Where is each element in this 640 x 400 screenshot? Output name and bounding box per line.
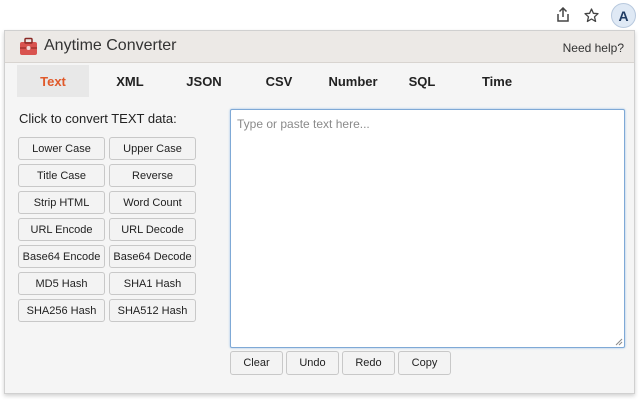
- toolbox-logo-icon: [20, 37, 37, 55]
- lower-case-button[interactable]: Lower Case: [18, 137, 105, 160]
- app-title: Anytime Converter: [44, 37, 177, 54]
- bookmark-star-icon[interactable]: [581, 5, 601, 25]
- sha512-hash-button[interactable]: SHA512 Hash: [109, 299, 196, 322]
- tab-number[interactable]: Number: [319, 65, 387, 97]
- copy-button[interactable]: Copy: [398, 351, 451, 375]
- base64-decode-button[interactable]: Base64 Decode: [109, 245, 196, 268]
- converter-tabs: Text XML JSON CSV Number SQL Time: [17, 65, 627, 97]
- clear-button[interactable]: Clear: [230, 351, 283, 375]
- url-encode-button[interactable]: URL Encode: [18, 218, 105, 241]
- help-link[interactable]: Need help?: [563, 41, 624, 55]
- word-count-button[interactable]: Word Count: [109, 191, 196, 214]
- resize-grip-icon[interactable]: [615, 338, 623, 346]
- url-decode-button[interactable]: URL Decode: [109, 218, 196, 241]
- tab-text[interactable]: Text: [17, 65, 89, 97]
- title-case-button[interactable]: Title Case: [18, 164, 105, 187]
- tab-time[interactable]: Time: [477, 65, 517, 97]
- tab-json[interactable]: JSON: [179, 65, 229, 97]
- share-icon[interactable]: [553, 5, 573, 25]
- text-input[interactable]: [230, 109, 625, 348]
- tab-xml[interactable]: XML: [107, 65, 153, 97]
- reverse-button[interactable]: Reverse: [109, 164, 196, 187]
- md5-hash-button[interactable]: MD5 Hash: [18, 272, 105, 295]
- profile-avatar[interactable]: A: [611, 3, 636, 28]
- base64-encode-button[interactable]: Base64 Encode: [18, 245, 105, 268]
- section-label: Click to convert TEXT data:: [19, 111, 177, 126]
- strip-html-button[interactable]: Strip HTML: [18, 191, 105, 214]
- browser-toolbar: A: [0, 0, 640, 30]
- upper-case-button[interactable]: Upper Case: [109, 137, 196, 160]
- header-bar: Anytime Converter Need help?: [5, 31, 634, 63]
- tab-csv[interactable]: CSV: [259, 65, 299, 97]
- sha1-hash-button[interactable]: SHA1 Hash: [109, 272, 196, 295]
- redo-button[interactable]: Redo: [342, 351, 395, 375]
- sha256-hash-button[interactable]: SHA256 Hash: [18, 299, 105, 322]
- undo-button[interactable]: Undo: [286, 351, 339, 375]
- converter-popup: Anytime Converter Need help? Text XML JS…: [4, 30, 635, 394]
- tab-sql[interactable]: SQL: [403, 65, 441, 97]
